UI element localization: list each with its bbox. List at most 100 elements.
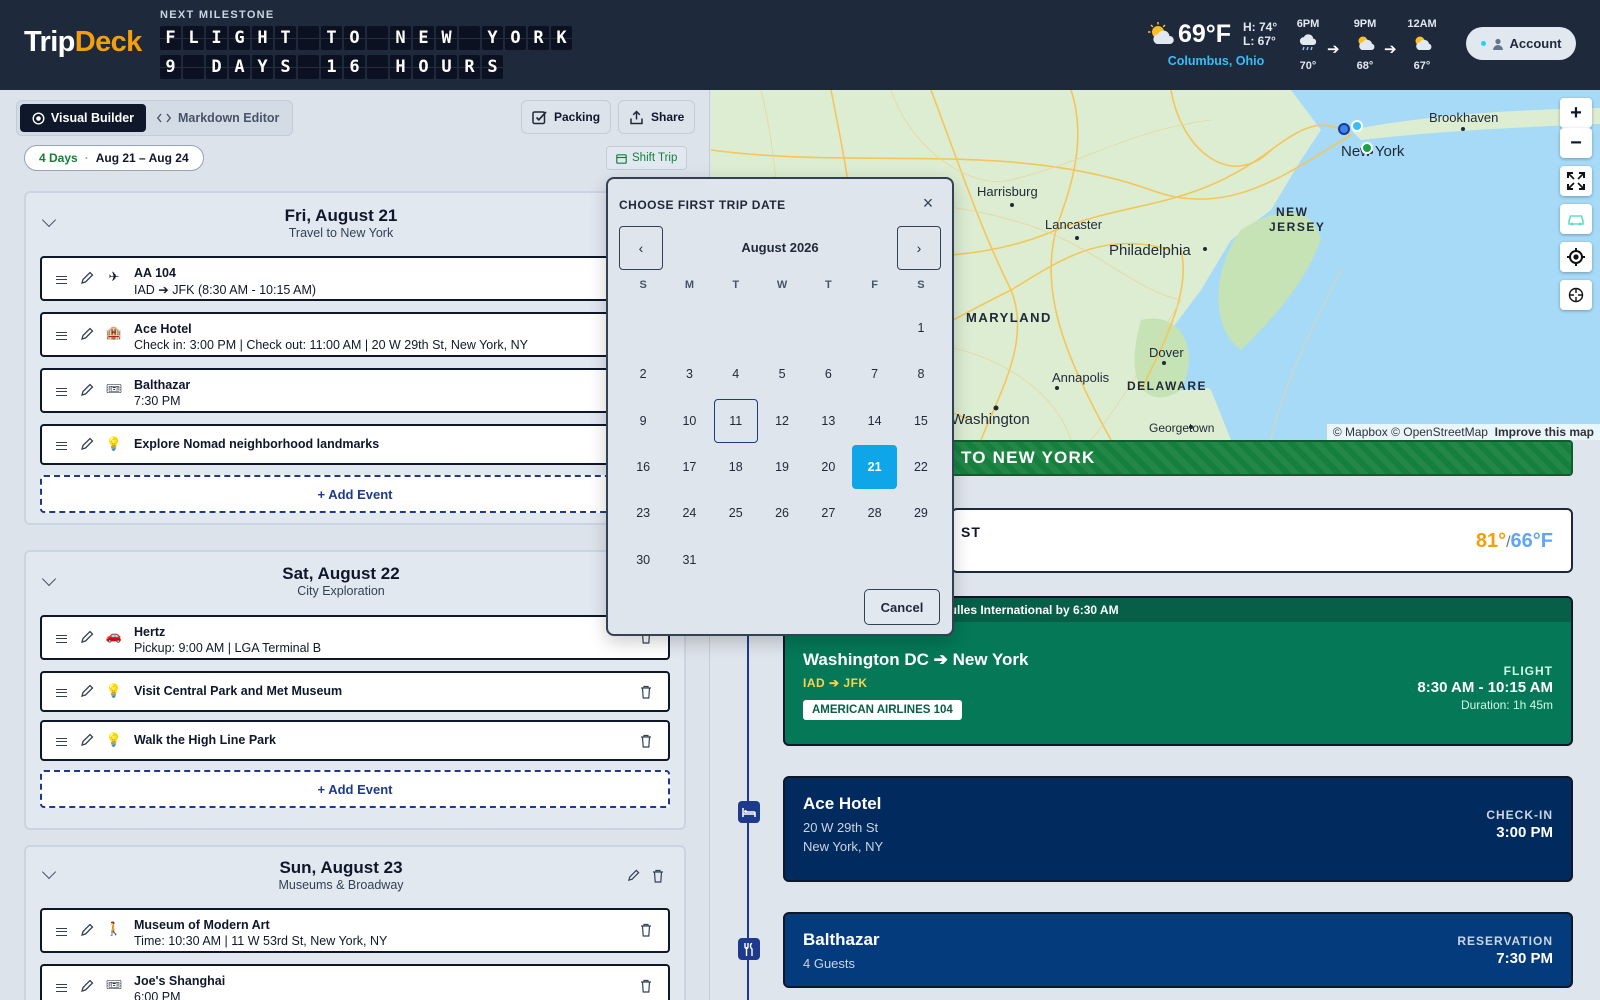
- trash-icon[interactable]: [640, 734, 652, 748]
- event-item[interactable]: 💡 Walk the High Line Park: [40, 720, 670, 761]
- event-item[interactable]: 🏨 Ace Hotel Check in: 3:00 PM | Check ou…: [40, 312, 670, 357]
- calendar-day[interactable]: 6: [806, 352, 850, 396]
- calendar-day[interactable]: 4: [714, 352, 758, 396]
- calendar-day[interactable]: 20: [806, 445, 850, 489]
- event-item[interactable]: 💡 Visit Central Park and Met Museum: [40, 671, 670, 712]
- trash-icon[interactable]: [640, 979, 652, 993]
- calendar-day[interactable]: 23: [621, 491, 665, 535]
- map-label-georgetown: Georgetown: [1149, 421, 1214, 435]
- map-pin-marker[interactable]: [1361, 142, 1373, 154]
- calendar-day[interactable]: 25: [714, 491, 758, 535]
- calendar-day[interactable]: 16: [621, 445, 665, 489]
- calendar-day[interactable]: 26: [760, 491, 804, 535]
- map-label-brookhaven: Brookhaven: [1429, 110, 1498, 125]
- event-item[interactable]: 🎟 Joe's Shanghai 6:00 PM: [40, 964, 670, 1000]
- calendar-day[interactable]: 12: [760, 399, 804, 443]
- shift-trip-button[interactable]: Shift Trip: [606, 146, 688, 170]
- calendar-day[interactable]: 2: [621, 352, 665, 396]
- temperature-low: L: 67°: [1243, 34, 1276, 48]
- drag-handle-icon[interactable]: [56, 928, 67, 936]
- locate-me-button[interactable]: [1560, 242, 1592, 272]
- calendar-day[interactable]: 29: [899, 491, 943, 535]
- pencil-icon[interactable]: [80, 383, 94, 397]
- car-icon: 🚗: [105, 628, 123, 643]
- weekday-label: T: [732, 279, 740, 291]
- calendar-day[interactable]: 8: [899, 352, 943, 396]
- trash-icon[interactable]: [640, 685, 652, 699]
- drag-handle-icon[interactable]: [56, 388, 67, 396]
- event-item[interactable]: 🎟 Balthazar 7:30 PM: [40, 368, 670, 413]
- packing-button[interactable]: Packing: [521, 100, 612, 134]
- cancel-button[interactable]: Cancel: [864, 589, 940, 625]
- calendar-day[interactable]: 11: [713, 398, 758, 443]
- calendar-day[interactable]: 1: [899, 306, 943, 350]
- add-event-button[interactable]: + Add Event: [40, 770, 670, 808]
- event-item[interactable]: 💡 Explore Nomad neighborhood landmarks: [40, 424, 670, 465]
- calendar-day[interactable]: 24: [667, 491, 711, 535]
- calendar-day[interactable]: 22: [899, 445, 943, 489]
- calendar-day[interactable]: 15: [899, 399, 943, 443]
- pencil-icon[interactable]: [80, 630, 94, 644]
- trash-icon[interactable]: [640, 923, 652, 937]
- calendar-day[interactable]: 30: [621, 537, 665, 581]
- drag-handle-icon[interactable]: [56, 635, 67, 643]
- pencil-icon[interactable]: [627, 869, 640, 882]
- pencil-icon[interactable]: [80, 979, 94, 993]
- event-item[interactable]: ✈ AA 104 IAD ➔ JFK (8:30 AM - 10:15 AM): [40, 256, 670, 301]
- zoom-out-button[interactable]: −: [1560, 128, 1592, 158]
- calendar-day[interactable]: 10: [667, 399, 711, 443]
- share-button[interactable]: Share: [618, 100, 696, 134]
- calendar-day[interactable]: 18: [714, 445, 758, 489]
- zoom-in-button[interactable]: +: [1560, 98, 1592, 128]
- pencil-icon[interactable]: [80, 923, 94, 937]
- weekday-label: S: [639, 279, 647, 291]
- event-item[interactable]: 🚶 Museum of Modern Art Time: 10:30 AM | …: [40, 908, 670, 953]
- close-icon[interactable]: ×: [919, 194, 937, 212]
- calendar-day[interactable]: 7: [852, 352, 896, 396]
- driving-route-button[interactable]: [1560, 204, 1592, 234]
- pencil-icon[interactable]: [80, 684, 94, 698]
- reservation-card[interactable]: Balthazar 4 Guests RESERVATION 7:30 PM: [783, 912, 1573, 988]
- drag-handle-icon[interactable]: [56, 738, 67, 746]
- drag-handle-icon[interactable]: [56, 332, 67, 340]
- calendar-day[interactable]: 31: [667, 537, 711, 581]
- markdown-editor-tab[interactable]: Markdown Editor: [157, 104, 279, 132]
- event-details: IAD ➔ JFK (8:30 AM - 10:15 AM): [134, 283, 317, 297]
- app-logo[interactable]: TripDeck: [24, 26, 142, 59]
- calendar-day[interactable]: 14: [852, 399, 896, 443]
- destination-weather-card: ST 81°/66°F: [951, 508, 1573, 573]
- pencil-icon[interactable]: [80, 733, 94, 747]
- calendar-day[interactable]: 13: [806, 399, 850, 443]
- flight-label: FLIGHT: [1503, 664, 1553, 678]
- calendar-day-selected[interactable]: 21: [852, 444, 897, 490]
- pencil-icon[interactable]: [80, 271, 94, 285]
- drag-handle-icon[interactable]: [56, 442, 67, 450]
- trash-icon[interactable]: [652, 869, 664, 883]
- calendar-day[interactable]: 5: [760, 352, 804, 396]
- visual-builder-tab[interactable]: Visual Builder: [20, 104, 146, 132]
- next-month-button[interactable]: ›: [897, 226, 941, 270]
- add-event-button[interactable]: + Add Event: [40, 475, 670, 513]
- drag-handle-icon[interactable]: [56, 689, 67, 697]
- calendar-day[interactable]: 3: [667, 352, 711, 396]
- map-pin-marker[interactable]: [1338, 123, 1350, 135]
- improve-map-link[interactable]: Improve this map: [1495, 425, 1594, 439]
- map-pin-marker[interactable]: [1351, 120, 1363, 132]
- weather-city[interactable]: Columbus, Ohio: [1162, 54, 1270, 68]
- calendar-day[interactable]: 17: [667, 445, 711, 489]
- drag-handle-icon[interactable]: [56, 276, 67, 284]
- event-item[interactable]: 🚗 Hertz Pickup: 9:00 AM | LGA Terminal B: [40, 615, 670, 660]
- hotel-card[interactable]: Ace Hotel 20 W 29th St New York, NY CHEC…: [783, 776, 1573, 882]
- calendar-day[interactable]: 19: [760, 445, 804, 489]
- account-button[interactable]: Account: [1466, 27, 1576, 60]
- pencil-icon[interactable]: [80, 437, 94, 451]
- lightbulb-icon: 💡: [105, 683, 123, 698]
- drag-handle-icon[interactable]: [56, 984, 67, 992]
- calendar-day[interactable]: 9: [621, 399, 665, 443]
- recenter-button[interactable]: [1560, 280, 1592, 310]
- partly-cloudy-icon: [1415, 36, 1432, 50]
- calendar-day[interactable]: 28: [852, 491, 896, 535]
- calendar-day[interactable]: 27: [806, 491, 850, 535]
- pencil-icon[interactable]: [80, 327, 94, 341]
- fullscreen-button[interactable]: [1560, 166, 1592, 196]
